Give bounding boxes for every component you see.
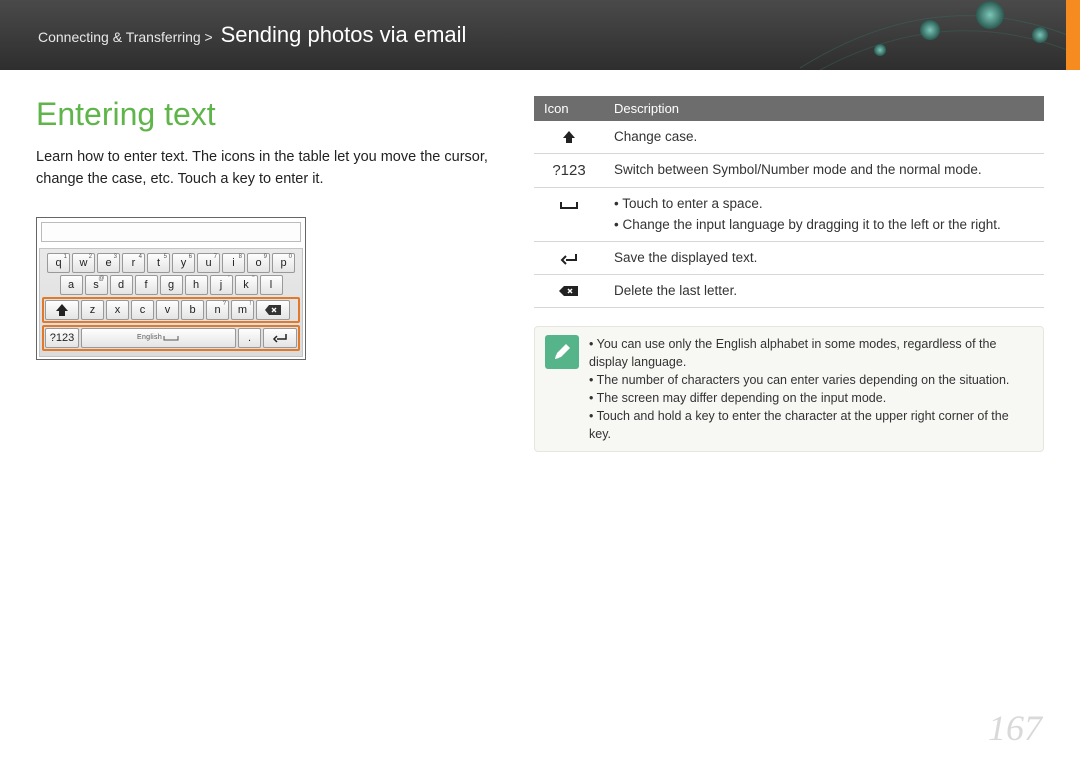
notes-box: You can use only the English alphabet in… xyxy=(534,326,1044,453)
key-shift xyxy=(45,300,79,320)
key-p: p0 xyxy=(272,253,295,273)
table-row: Delete the last letter. xyxy=(534,275,1044,308)
icon-cell-enter xyxy=(534,242,604,275)
key-e: e3 xyxy=(97,253,120,273)
key-o: o9 xyxy=(247,253,270,273)
key-s: s@ xyxy=(85,275,108,295)
key-f: f xyxy=(135,275,158,295)
table-header-description: Description xyxy=(604,96,1044,121)
icon-cell-shift xyxy=(534,121,604,153)
desc-bullet: Touch to enter a space. xyxy=(614,194,1034,214)
icon-cell-sym: ?123 xyxy=(534,153,604,188)
key-m: m! xyxy=(231,300,254,320)
table-row: Touch to enter a space.Change the input … xyxy=(534,188,1044,242)
table-row: Change case. xyxy=(534,121,1044,153)
key-k: k" xyxy=(235,275,258,295)
key-period: . xyxy=(238,328,261,348)
desc-cell: Save the displayed text. xyxy=(604,242,1044,275)
note-item: The screen may differ depending on the i… xyxy=(589,389,1033,407)
key-x: x xyxy=(106,300,129,320)
key-g: g xyxy=(160,275,183,295)
desc-cell: Touch to enter a space.Change the input … xyxy=(604,188,1044,242)
desc-cell: Change case. xyxy=(604,121,1044,153)
page-number: 167 xyxy=(988,707,1042,749)
key-n: n? xyxy=(206,300,229,320)
key-r: r4 xyxy=(122,253,145,273)
key-l: l xyxy=(260,275,283,295)
key-z: z xyxy=(81,300,104,320)
icon-description-table: Icon Description Change case.?123Switch … xyxy=(534,96,1044,308)
keyboard-illustration: q1w2e3r4t5y6u7i8o9p0 as@dfghj'k"l zxcvbn… xyxy=(36,217,306,360)
key-spacebar: English xyxy=(81,328,236,348)
key-u: u7 xyxy=(197,253,220,273)
note-item: Touch and hold a key to enter the charac… xyxy=(589,407,1033,443)
intro-text: Learn how to enter text. The icons in th… xyxy=(36,147,506,191)
table-row: ?123Switch between Symbol/Number mode an… xyxy=(534,153,1044,188)
table-row: Save the displayed text. xyxy=(534,242,1044,275)
breadcrumb-title: Sending photos via email xyxy=(221,22,467,47)
key-y: y6 xyxy=(172,253,195,273)
note-item: You can use only the English alphabet in… xyxy=(589,335,1033,371)
pen-icon xyxy=(545,335,579,369)
left-column: Entering text Learn how to enter text. T… xyxy=(36,96,506,452)
desc-cell: Delete the last letter. xyxy=(604,275,1044,308)
desc-cell: Switch between Symbol/Number mode and th… xyxy=(604,153,1044,188)
key-j: j' xyxy=(210,275,233,295)
key-t: t5 xyxy=(147,253,170,273)
section-heading: Entering text xyxy=(36,96,506,133)
key-period-label: . xyxy=(248,332,251,344)
key-a: a xyxy=(60,275,83,295)
orange-side-tab xyxy=(1066,0,1080,70)
key-h: h xyxy=(185,275,208,295)
key-symbol-label: ?123 xyxy=(50,332,74,344)
note-item: The number of characters you can enter v… xyxy=(589,371,1033,389)
right-column: Icon Description Change case.?123Switch … xyxy=(534,96,1044,452)
table-header-icon: Icon xyxy=(534,96,604,121)
key-v: v xyxy=(156,300,179,320)
breadcrumb-prefix: Connecting & Transferring > xyxy=(38,29,213,45)
breadcrumb: Connecting & Transferring > Sending phot… xyxy=(38,22,466,48)
notes-list: You can use only the English alphabet in… xyxy=(589,335,1033,444)
icon-cell-back xyxy=(534,275,604,308)
desc-bullet: Change the input language by dragging it… xyxy=(614,215,1034,235)
key-c: c xyxy=(131,300,154,320)
key-b: b xyxy=(181,300,204,320)
key-q: q1 xyxy=(47,253,70,273)
header-decoration xyxy=(740,0,1080,70)
header-bar: Connecting & Transferring > Sending phot… xyxy=(0,0,1080,70)
key-w: w2 xyxy=(72,253,95,273)
key-i: i8 xyxy=(222,253,245,273)
key-backspace xyxy=(256,300,290,320)
key-space-label: English xyxy=(137,334,162,341)
keyboard-text-field xyxy=(41,222,301,242)
key-enter xyxy=(263,328,297,348)
key-symbol-mode: ?123 xyxy=(45,328,79,348)
key-d: d xyxy=(110,275,133,295)
icon-cell-space xyxy=(534,188,604,242)
